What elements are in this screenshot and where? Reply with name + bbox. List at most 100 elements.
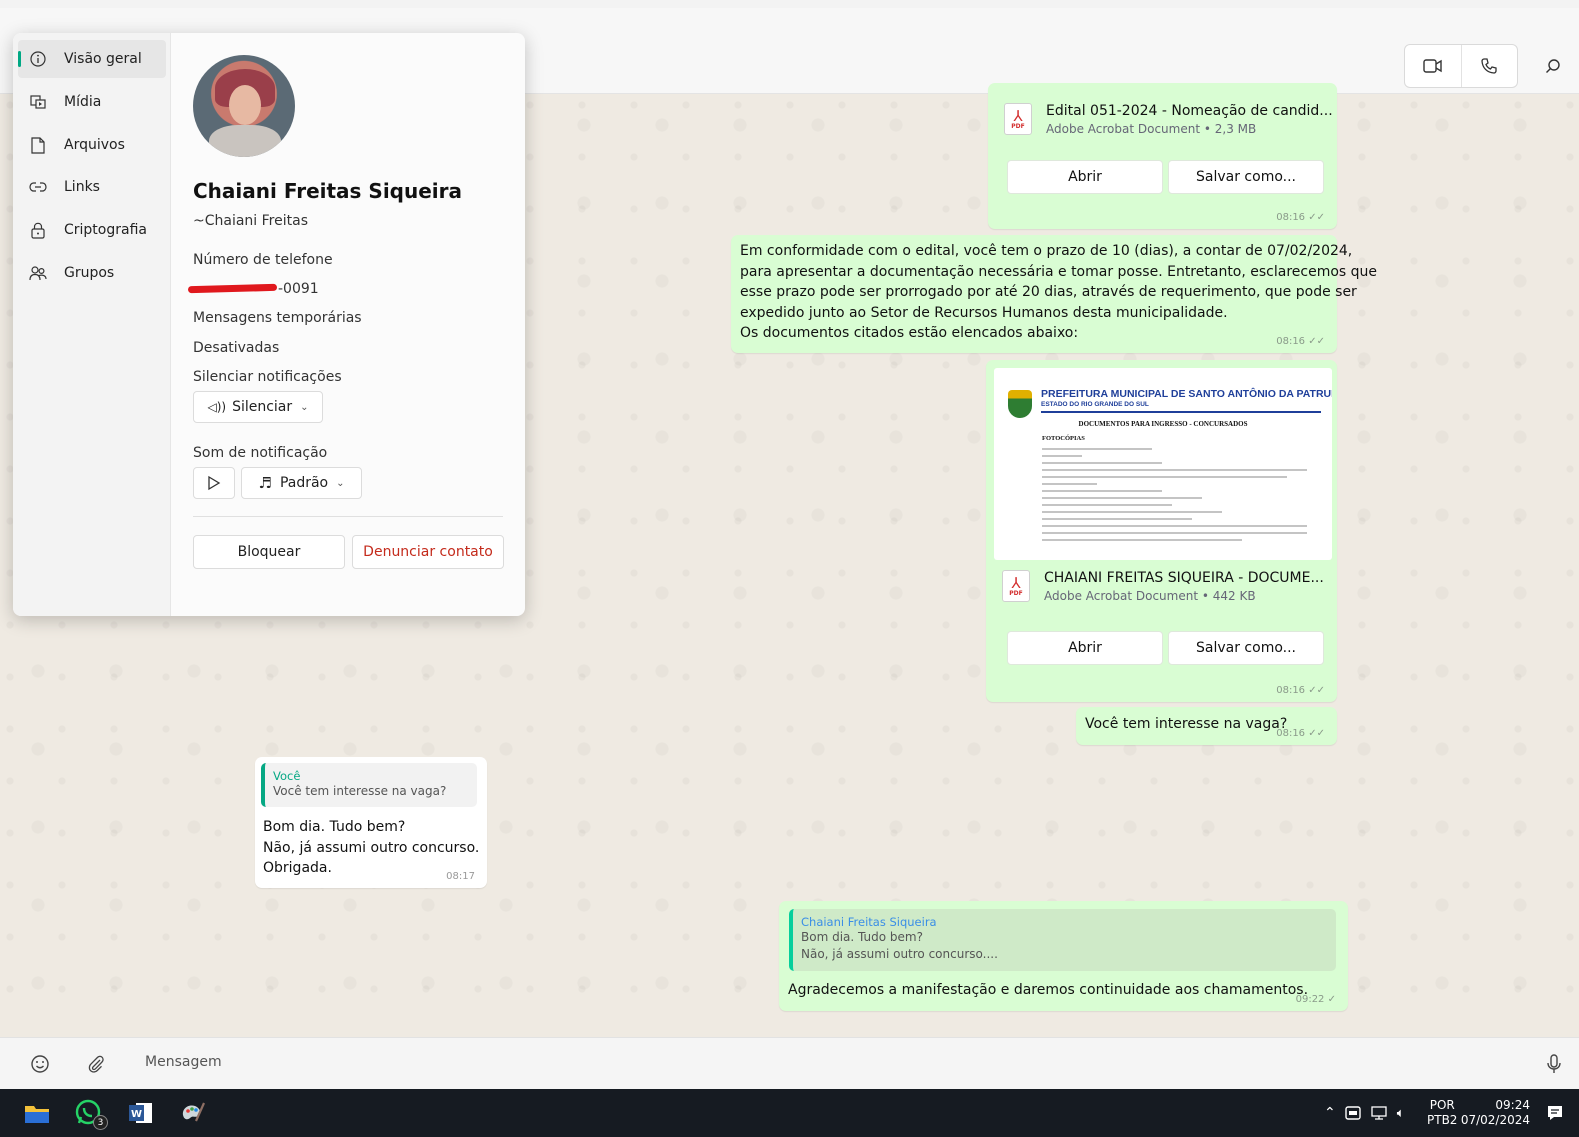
message-document-edital[interactable]: ⅄ PDF Edital 051-2024 - Nomeação de candi… [988, 83, 1337, 229]
nav-item-label: Criptografia [64, 222, 147, 238]
preview-subtitle: ESTADO DO RIO GRANDE DO SUL [1041, 401, 1149, 408]
document-info[interactable]: ⅄ PDF CHAIANI FREITAS SIQUEIRA - DOCUME..… [1002, 570, 1324, 603]
taskbar-whatsapp[interactable]: 3 [74, 1098, 108, 1130]
file-icon [28, 135, 48, 155]
temp-messages-label: Mensagens temporárias [193, 310, 362, 326]
preview-text-line [1042, 448, 1152, 450]
preview-text-line [1042, 497, 1202, 499]
music-note-icon: ♬ [258, 474, 272, 492]
document-preview[interactable]: PREFEITURA MUNICIPAL DE SANTO ANTÔNIO DA… [994, 368, 1332, 560]
network-icon[interactable] [1370, 1105, 1388, 1121]
message-time: 08:16 ✓✓ [1276, 336, 1325, 347]
taskbar-word[interactable]: W [126, 1098, 156, 1128]
chevron-up-icon[interactable]: ⌃ [1324, 1105, 1336, 1121]
double-check-icon: ✓✓ [1308, 728, 1325, 739]
message-document-checklist[interactable]: PREFEITURA MUNICIPAL DE SANTO ANTÔNIO DA… [986, 360, 1337, 702]
save-as-button[interactable]: Salvar como... [1168, 631, 1324, 665]
nav-item-label: Visão geral [64, 51, 142, 67]
message-input[interactable]: Mensagem [145, 1054, 222, 1070]
play-icon [208, 475, 221, 491]
sound-dropdown-label: Padrão [279, 475, 329, 491]
preview-text-line [1042, 483, 1097, 485]
windows-taskbar: 3 W ⌃ 🔈︎ POR PTB2 09:24 07/02/2024 [0, 1089, 1579, 1137]
save-as-button[interactable]: Salvar como... [1168, 160, 1324, 194]
emoji-icon [31, 1055, 49, 1073]
preview-text-line [1042, 462, 1162, 464]
taskbar-paint[interactable] [178, 1098, 208, 1128]
quoted-message[interactable]: Chaiani Freitas Siqueira Bom dia. Tudo b… [789, 909, 1336, 971]
preview-text-line [1042, 469, 1307, 471]
mute-dropdown[interactable]: ◁)) Silenciar ⌄ [193, 391, 323, 423]
open-document-button[interactable]: Abrir [1007, 160, 1163, 194]
message-line: esse prazo pode ser prorrogado por até 2… [740, 284, 1357, 300]
phone-label: Número de telefone [193, 252, 333, 268]
nav-item-media[interactable]: Mídia [18, 83, 166, 121]
sound-label: Som de notificação [193, 445, 328, 461]
attach-button[interactable] [84, 1052, 108, 1076]
window-top-strip [0, 0, 1579, 8]
word-icon: W [129, 1103, 152, 1123]
message-text-interesse[interactable]: Você tem interesse na vaga? 08:16 ✓✓ [1076, 707, 1337, 745]
message-text-prazo[interactable]: Em conformidade com o edital, você tem o… [731, 235, 1377, 353]
quoted-text-line: Não, já assumi outro concurso.... [801, 947, 998, 961]
call-buttons [1404, 44, 1518, 88]
quoted-message[interactable]: Você Você tem interesse na vaga? [261, 763, 477, 807]
notification-center-button[interactable] [1546, 1089, 1564, 1137]
nav-item-links[interactable]: Links [18, 168, 166, 206]
nav-item-overview[interactable]: Visão geral [18, 40, 166, 78]
contact-info-nav: Visão geral Mídia Arquivos Links Criptog… [13, 33, 171, 616]
phone-number[interactable]: -0091 [278, 281, 319, 297]
search-button[interactable] [1543, 56, 1563, 76]
document-name: CHAIANI FREITAS SIQUEIRA - DOCUME... [1044, 570, 1324, 586]
phone-icon [1481, 58, 1497, 74]
lock-icon [28, 220, 48, 240]
preview-text-line [1042, 518, 1192, 520]
nav-item-encryption[interactable]: Criptografia [18, 211, 166, 249]
preview-text-line [1042, 455, 1082, 457]
voice-call-button[interactable] [1460, 45, 1518, 87]
battery-icon[interactable] [1345, 1105, 1361, 1121]
paint-palette-icon [182, 1102, 206, 1122]
nav-item-groups[interactable]: Grupos [18, 254, 166, 292]
language-indicator[interactable]: POR PTB2 [1427, 1089, 1457, 1137]
nav-item-label: Arquivos [64, 137, 125, 153]
notification-icon [1548, 1106, 1562, 1120]
play-sound-button[interactable] [193, 467, 235, 499]
temp-messages-value[interactable]: Desativadas [193, 340, 279, 356]
quoted-author: Você [273, 769, 301, 783]
pdf-icon: ⅄ PDF [1002, 570, 1030, 602]
clock-time: 09:24 [1495, 1098, 1530, 1112]
quoted-author: Chaiani Freitas Siqueira [801, 915, 937, 929]
message-line: para apresentar a documentação necessári… [740, 263, 1378, 280]
media-icon [28, 92, 48, 112]
svg-text:W: W [131, 1109, 142, 1120]
chevron-down-icon: ⌄ [300, 401, 309, 413]
taskbar-file-explorer[interactable] [22, 1098, 52, 1128]
paperclip-icon [88, 1055, 104, 1073]
sound-dropdown[interactable]: ♬ Padrão ⌄ [241, 467, 362, 499]
info-icon [28, 49, 48, 69]
contact-info-panel: Visão geral Mídia Arquivos Links Criptog… [13, 33, 525, 616]
pdf-icon: ⅄ PDF [1004, 103, 1032, 135]
speaker-icon[interactable]: 🔈︎ [1397, 1106, 1405, 1121]
avatar[interactable] [193, 55, 295, 157]
speaker-icon: ◁)) [207, 400, 227, 414]
nav-item-label: Mídia [64, 94, 102, 110]
emoji-button[interactable] [28, 1052, 52, 1076]
voice-record-button[interactable] [1542, 1052, 1566, 1076]
block-contact-button[interactable]: Bloquear [193, 535, 345, 569]
document-meta: Adobe Acrobat Document • 442 KB [1044, 589, 1256, 603]
clock[interactable]: 09:24 07/02/2024 [1461, 1089, 1530, 1137]
mute-dropdown-label: Silenciar [232, 399, 293, 415]
message-outgoing-reply[interactable]: Chaiani Freitas Siqueira Bom dia. Tudo b… [779, 901, 1348, 1011]
message-time: 09:22 ✓ [1295, 994, 1336, 1005]
document-info[interactable]: ⅄ PDF Edital 051-2024 - Nomeação de candi… [1004, 103, 1333, 136]
open-document-button[interactable]: Abrir [1007, 631, 1163, 665]
nav-item-files[interactable]: Arquivos [18, 126, 166, 164]
mute-label: Silenciar notificações [193, 369, 342, 385]
message-incoming-reply[interactable]: Você Você tem interesse na vaga? Bom dia… [255, 757, 487, 888]
message-composer: Mensagem [0, 1037, 1579, 1089]
video-call-button[interactable] [1405, 45, 1461, 87]
report-contact-button[interactable]: Denunciar contato [352, 535, 504, 569]
divider [193, 516, 503, 517]
